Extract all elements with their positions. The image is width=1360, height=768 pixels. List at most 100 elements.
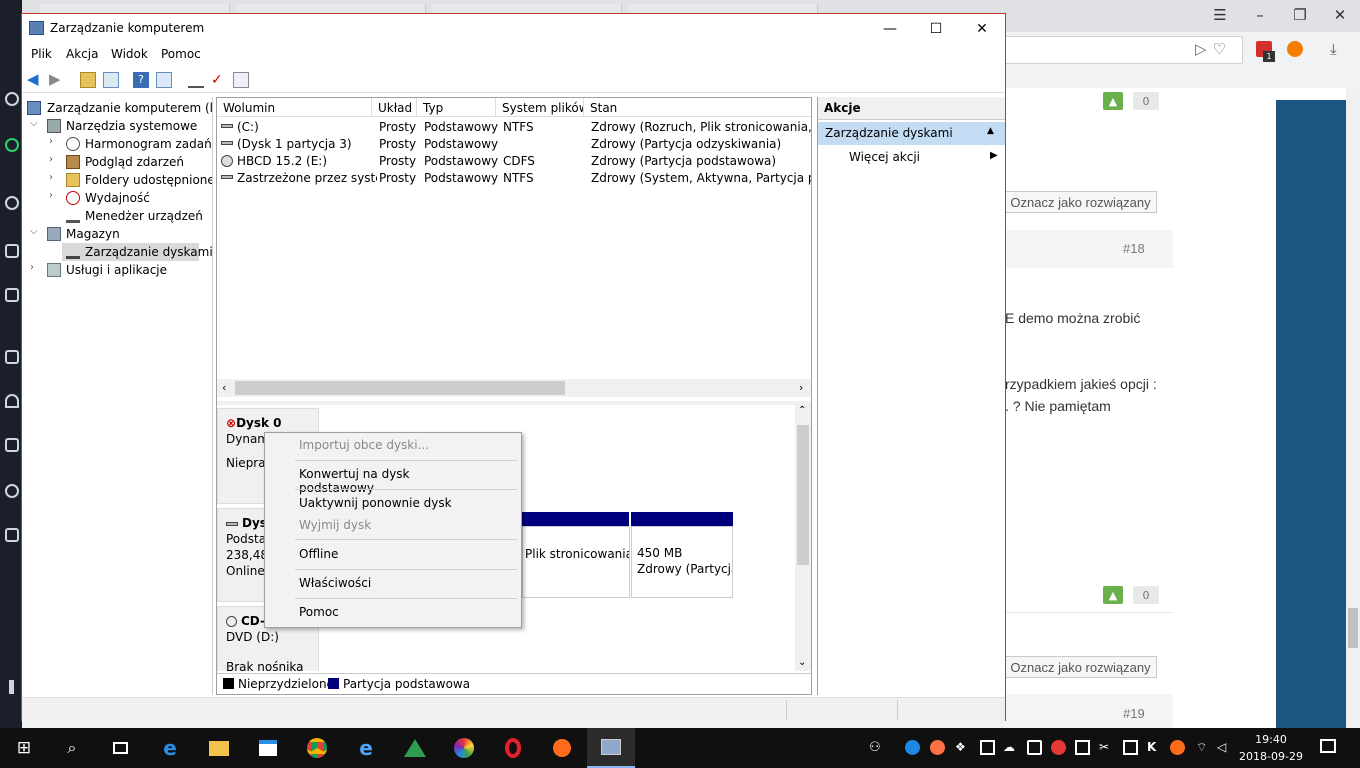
k-icon[interactable]: K [1147, 740, 1162, 755]
browser-scroll-thumb[interactable] [1348, 608, 1358, 648]
column-header-filesystem[interactable]: System plików [496, 98, 584, 117]
title-bar[interactable]: Zarządzanie komputerem — ☐ ✕ [22, 14, 1005, 44]
chevron-right-icon[interactable]: › [49, 190, 53, 201]
chevron-down-icon[interactable]: ⌵ [30, 118, 38, 129]
browser-menu-icon[interactable]: ☰ [1200, 0, 1240, 30]
partition-c[interactable]: Plik stronicowania, [522, 526, 630, 598]
menu-item-properties[interactable]: Właściwości [265, 573, 521, 595]
browser-minimize-icon[interactable]: – [1240, 0, 1280, 30]
mark-solved-button[interactable]: Oznacz jako rozwiązany [1005, 191, 1157, 213]
close-icon[interactable]: ✕ [959, 14, 1005, 44]
actions-section-disk-management[interactable]: Zarządzanie dyskami ▲ [818, 122, 1005, 145]
heart-icon[interactable] [5, 394, 19, 408]
scroll-right-icon[interactable]: › [799, 381, 803, 394]
minimize-icon[interactable]: — [867, 14, 913, 44]
menu-item-reactivate-disk[interactable]: Uaktywnij ponownie dysk [265, 493, 521, 515]
browser-restore-icon[interactable]: ❐ [1280, 0, 1320, 30]
camera-icon[interactable] [5, 288, 19, 302]
upvote-button[interactable]: ▲ [1103, 92, 1123, 110]
tree-item-disk-management[interactable]: Zarządzanie dyskami [62, 243, 212, 261]
usb-icon[interactable] [1027, 740, 1042, 755]
send-icon[interactable]: ▷ [1195, 40, 1213, 58]
disk-scrollbar[interactable]: ⌃ ⌄ [795, 405, 811, 671]
check-icon[interactable]: ✓ [211, 72, 227, 88]
column-header-type[interactable]: Typ [417, 98, 496, 117]
tray-app-icon[interactable] [1170, 740, 1185, 755]
menu-action[interactable]: Akcja [66, 47, 98, 61]
tray-app-icon[interactable] [905, 740, 920, 755]
menu-item-import-foreign-disks[interactable]: Importuj obce dyski... [265, 435, 521, 457]
box-icon[interactable] [5, 528, 19, 542]
tree-item-root[interactable]: Zarządzanie komputerem (loka [22, 99, 212, 117]
menu-item-convert-to-basic[interactable]: Konwertuj na dysk podstawowy [265, 464, 521, 495]
picasa-button[interactable] [440, 728, 488, 768]
browser-scrollbar[interactable] [1346, 88, 1360, 728]
tree-item-shared-folders[interactable]: › Foldery udostępnione [22, 171, 212, 189]
show-hide-tree-icon[interactable] [103, 72, 119, 88]
chevron-right-icon[interactable]: › [49, 136, 53, 147]
tree-item-storage[interactable]: ⌵ Magazyn [22, 225, 212, 243]
start-button[interactable]: ⊞ [0, 728, 48, 768]
people-icon[interactable]: ⚇ [869, 740, 884, 755]
chrome-button[interactable] [293, 728, 341, 768]
browser-close-icon[interactable]: ✕ [1320, 0, 1360, 30]
chevron-right-icon[interactable]: › [30, 262, 34, 273]
menu-item-help[interactable]: Pomoc [265, 602, 521, 624]
column-header-volume[interactable]: Wolumin [217, 98, 372, 117]
column-header-status[interactable]: Stan [584, 98, 811, 117]
file-explorer-button[interactable] [195, 728, 243, 768]
properties-icon[interactable] [156, 72, 172, 88]
table-row[interactable]: HBCD 15.2 (E:) Prosty Podstawowy CDFS Zd… [217, 153, 811, 170]
tree-item-event-viewer[interactable]: › Podgląd zdarzeń [22, 153, 212, 171]
post-number[interactable]: #18 [1123, 241, 1145, 256]
disk-scroll-thumb[interactable] [797, 425, 809, 565]
search-button[interactable]: ⌕ [48, 728, 96, 768]
menu-help[interactable]: Pomoc [161, 47, 201, 61]
up-folder-icon[interactable] [80, 72, 96, 88]
menu-item-offline[interactable]: Offline [265, 544, 521, 566]
sidebar-toggle-icon[interactable] [9, 680, 14, 694]
store-button[interactable] [244, 728, 292, 768]
computer-management-taskbar-button[interactable] [587, 728, 635, 768]
onedrive-icon[interactable]: ☁ [1003, 740, 1018, 755]
help-icon[interactable]: ? [133, 72, 149, 88]
chevron-down-icon[interactable]: ⌵ [30, 226, 38, 237]
tray-app-icon[interactable] [1123, 740, 1138, 755]
app-button[interactable] [538, 728, 586, 768]
dropbox-icon[interactable]: ❖ [955, 740, 970, 755]
forward-icon[interactable]: ▶ [49, 72, 65, 88]
notifications-icon[interactable] [1320, 739, 1336, 753]
column-header-layout[interactable]: Układ [372, 98, 417, 117]
post-number[interactable]: #19 [1123, 706, 1145, 721]
tools-icon[interactable]: ✂ [1099, 740, 1114, 755]
tray-app-icon[interactable] [1075, 740, 1090, 755]
clock[interactable]: 19:40 2018-09-29 [1237, 731, 1305, 765]
volume-icon[interactable]: ◁ [1217, 740, 1232, 755]
settings-icon[interactable] [233, 72, 249, 88]
back-icon[interactable]: ◀ [27, 72, 43, 88]
apps-icon[interactable] [5, 350, 19, 364]
maximize-icon[interactable]: ☐ [913, 14, 959, 44]
tree-item-performance[interactable]: › Wydajność [22, 189, 212, 207]
upvote-button[interactable]: ▲ [1103, 586, 1123, 604]
menu-view[interactable]: Widok [111, 47, 148, 61]
extension-icon[interactable] [1287, 41, 1303, 57]
scroll-left-icon[interactable]: ‹ [222, 381, 226, 394]
tree-item-task-scheduler[interactable]: › Harmonogram zadań [22, 135, 212, 153]
tree-item-system-tools[interactable]: ⌵ Narzędzia systemowe [22, 117, 212, 135]
disk-icon[interactable] [188, 72, 204, 88]
clock-icon[interactable] [5, 484, 19, 498]
table-row[interactable]: (Dysk 1 partycja 3) Prosty Podstawowy Zd… [217, 136, 811, 153]
partition-recovery[interactable]: 450 MB Zdrowy (Partycja [631, 526, 733, 598]
table-row[interactable]: Zastrzeżone przez system Prosty Podstawo… [217, 170, 811, 187]
tray-app-icon[interactable] [980, 740, 995, 755]
chevron-right-icon[interactable]: › [49, 172, 53, 183]
ie-button[interactable]: e [342, 728, 390, 768]
mark-solved-button[interactable]: Oznacz jako rozwiązany [1005, 656, 1157, 678]
history-icon[interactable] [5, 196, 19, 210]
collapse-icon[interactable]: ▲ [987, 126, 994, 136]
news-icon[interactable] [5, 438, 19, 452]
menu-item-remove-disk[interactable]: Wyjmij dysk [265, 515, 521, 537]
edge-button[interactable]: e [146, 728, 194, 768]
task-view-button[interactable] [96, 728, 144, 768]
